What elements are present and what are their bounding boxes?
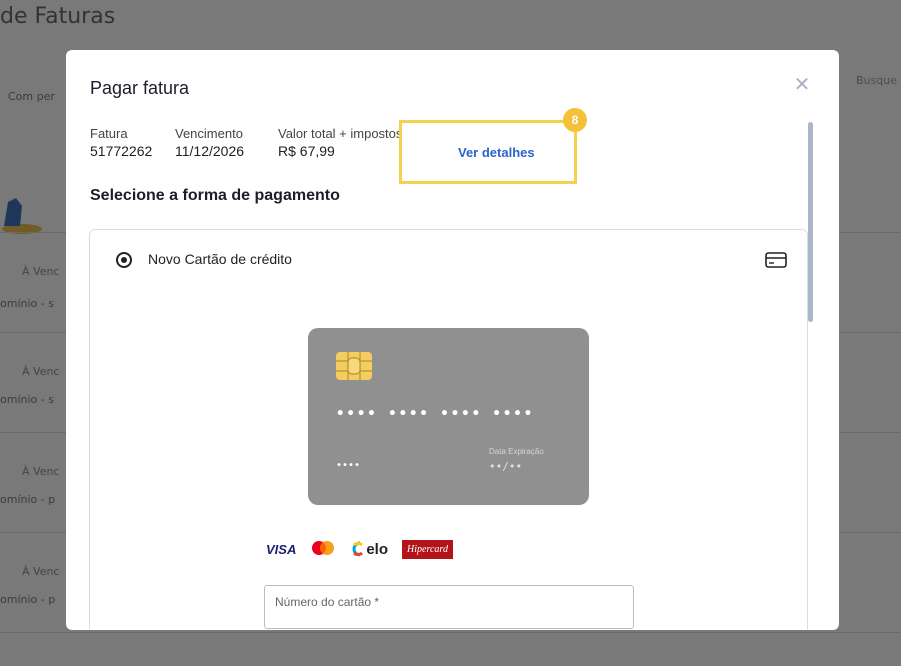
invoice-number-value: 51772262: [90, 143, 153, 159]
invoice-number-label: Fatura: [90, 126, 128, 141]
card-number-label: Número do cartão *: [275, 595, 380, 609]
card-number-field[interactable]: Número do cartão *: [264, 585, 634, 629]
invoice-number: Fatura 51772262: [90, 126, 152, 159]
highlight-badge: 8: [563, 108, 587, 132]
credit-card-icon: [765, 252, 787, 268]
total-amount-value: R$ 67,99: [278, 143, 335, 159]
card-name-preview: ••••: [336, 460, 361, 471]
modal-title: Pagar fatura: [90, 78, 190, 98]
section-title: Selecione a forma de pagamento: [90, 187, 340, 204]
total-amount: Valor total + impostos R$ 67,99: [278, 126, 402, 159]
elo-logo: elo: [350, 541, 388, 558]
hipercard-logo: Hipercard: [402, 539, 453, 559]
details-highlight: Ver detalhes: [399, 120, 577, 184]
view-details-link[interactable]: Ver detalhes: [458, 145, 535, 160]
due-date-value: 11/12/2026: [175, 143, 245, 159]
elo-text: elo: [366, 540, 389, 558]
scrollbar[interactable]: [808, 122, 813, 322]
mastercard-logo: [312, 541, 335, 555]
payment-option-box: Novo Cartão de crédito •••• •••• •••• ••…: [89, 229, 808, 630]
elo-symbol-icon: [352, 541, 364, 557]
total-amount-label: Valor total + impostos: [278, 126, 403, 141]
expiry-preview: ••/••: [489, 460, 523, 473]
pay-invoice-modal: Pagar fatura ✕ Fatura 51772262 Venciment…: [66, 50, 839, 630]
card-number-preview: •••• •••• •••• ••••: [336, 406, 535, 422]
due-date: Vencimento 11/12/2026: [175, 126, 244, 159]
close-icon[interactable]: ✕: [793, 74, 811, 94]
card-preview: •••• •••• •••• •••• •••• Data Expiração …: [308, 328, 589, 505]
payment-option-radio[interactable]: [116, 252, 132, 268]
visa-logo: VISA: [266, 541, 297, 557]
expiry-label: Data Expiração: [489, 447, 544, 456]
payment-option-label[interactable]: Novo Cartão de crédito: [148, 251, 292, 267]
due-date-label: Vencimento: [175, 126, 243, 141]
card-brands: VISA elo Hipercard: [266, 536, 453, 562]
card-chip-icon: [336, 352, 372, 380]
